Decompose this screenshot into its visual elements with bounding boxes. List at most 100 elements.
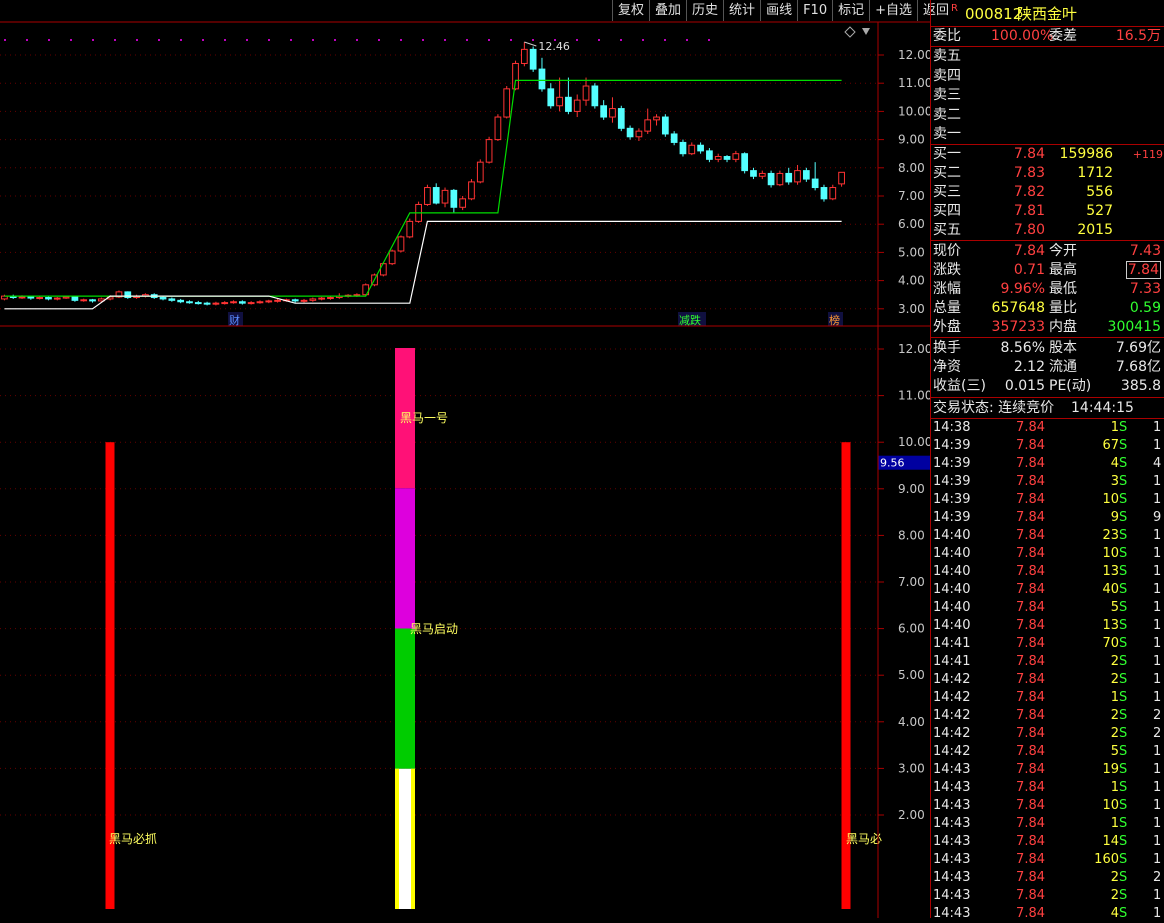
indicator-current-value: 9.56 [880, 457, 905, 470]
candle [706, 148, 713, 163]
candle [785, 167, 793, 185]
price-axis-label: 12.00 [898, 48, 930, 62]
ask-label: 卖一 [933, 126, 961, 142]
tick-count: 1 [1153, 636, 1162, 651]
toolbar-button-3[interactable]: 统计 [723, 0, 760, 21]
signal-dot [444, 39, 446, 41]
tick-time: 14:43 [933, 762, 971, 777]
tick-count: 4 [1153, 456, 1162, 471]
tick-time: 14:42 [933, 708, 971, 723]
toolbar-button-5[interactable]: F10 [797, 0, 832, 21]
candle-body [732, 153, 740, 160]
chart-toolbar: 复权 叠加 历史 统计 画线 F10 标记 +自选 返回 [612, 0, 954, 22]
candle [582, 77, 590, 106]
toolbar-button-0[interactable]: 复权 [612, 0, 649, 21]
quote-value: 0.59 [1129, 300, 1161, 316]
fundamental-label: 收益(三) [933, 378, 986, 394]
tick-time: 14:39 [933, 492, 971, 507]
tick-row: 14:43 7.84 160 S 1 [931, 851, 1164, 869]
quote-value: 9.96% [1000, 281, 1045, 297]
tick-price: 7.84 [1016, 798, 1045, 813]
tick-price: 7.84 [1016, 888, 1045, 903]
candle [71, 296, 79, 302]
diamond-icon[interactable] [844, 26, 856, 38]
fundamental-label: 股本 [1049, 340, 1077, 356]
candle [732, 150, 740, 163]
ask-row[interactable]: 卖四 [931, 67, 1164, 86]
candle [212, 301, 220, 306]
ask-row[interactable]: 卖一 [931, 125, 1164, 144]
triangle-down-icon[interactable] [862, 28, 870, 35]
bid-row[interactable]: 买四 7.81 527 [931, 202, 1164, 221]
toolbar-button-4[interactable]: 画线 [760, 0, 797, 21]
ask-label: 卖三 [933, 87, 961, 103]
kline-chart[interactable]: 12.00 11.00 10.00 9.00 8.00 7.00 6.00 5.00 4.00 3… [0, 0, 930, 918]
candle-body [529, 48, 537, 70]
tick-row: 14:42 7.84 2 S 2 [931, 725, 1164, 743]
price-axis-label: 8.00 [898, 161, 925, 175]
bid-row[interactable]: 买五 7.80 2015 [931, 221, 1164, 240]
candle-body [758, 172, 766, 177]
candle [591, 83, 599, 109]
quote-label: 最低 [1049, 281, 1077, 297]
signal-bars [105, 348, 851, 909]
event-marker[interactable]: 财 [229, 313, 240, 327]
support-line-white [4, 220, 842, 310]
chart-labels: 12.46 财 减跌 榜黑马必抓 黑马一号黑马启动黑马必 [109, 40, 882, 846]
tick-row: 14:43 7.84 2 S 1 [931, 887, 1164, 905]
tick-count: 1 [1153, 474, 1162, 489]
quote-value: 0.71 [1013, 262, 1045, 278]
tick-side: S [1119, 582, 1128, 597]
toolbar-button-2[interactable]: 历史 [686, 0, 723, 21]
tick-price: 7.84 [1016, 762, 1045, 777]
candle-body [450, 189, 458, 208]
peak-pointer [524, 41, 537, 47]
ask-row[interactable]: 卖二 [931, 106, 1164, 125]
signal-dot [224, 39, 226, 41]
bid-row[interactable]: 买三 7.82 556 [931, 183, 1164, 202]
bid-row[interactable]: 买一 7.84 159986 +119 [931, 145, 1164, 164]
event-marker[interactable]: 减跌 [679, 313, 701, 327]
candle [494, 114, 502, 142]
candle [503, 86, 511, 119]
tick-row: 14:40 7.84 10 S 1 [931, 545, 1164, 563]
tick-time: 14:41 [933, 654, 971, 669]
bid-price: 7.84 [1013, 146, 1045, 162]
signal-dot [202, 39, 204, 41]
tick-price: 7.84 [1016, 618, 1045, 633]
tick-row: 14:43 7.84 10 S 1 [931, 797, 1164, 815]
signal-dot [26, 39, 28, 41]
candle [820, 184, 828, 202]
candle [115, 290, 123, 299]
candle [547, 83, 555, 109]
toolbar-button-1[interactable]: 叠加 [649, 0, 686, 21]
tick-side: S [1119, 852, 1128, 867]
candle [379, 262, 387, 277]
candle [265, 299, 273, 304]
tick-price: 7.84 [1016, 456, 1045, 471]
toolbar-button-6[interactable]: 标记 [832, 0, 869, 21]
bid-volume: 2015 [1077, 222, 1113, 238]
event-marker[interactable]: 榜 [829, 313, 840, 327]
candle-body [750, 170, 757, 177]
candle-body [626, 127, 634, 138]
bid-price: 7.83 [1013, 165, 1045, 181]
signal-dot [708, 39, 710, 41]
candle-body [829, 187, 837, 200]
candle-body [485, 139, 493, 163]
candle [697, 142, 704, 154]
tick-time: 14:42 [933, 726, 971, 741]
bid-row[interactable]: 买二 7.83 1712 [931, 164, 1164, 183]
candle [776, 170, 784, 187]
toolbar-button-7[interactable]: +自选 [869, 0, 917, 21]
signal-dot [312, 39, 314, 41]
candle [617, 105, 625, 132]
ask-row[interactable]: 卖五 [931, 47, 1164, 66]
bid-price: 7.80 [1013, 222, 1045, 238]
tick-side: S [1119, 762, 1128, 777]
price-axis-label: 7.00 [898, 189, 925, 203]
candle-body [776, 172, 784, 186]
ask-row[interactable]: 卖三 [931, 86, 1164, 105]
tick-price: 7.84 [1016, 780, 1045, 795]
candle-body [644, 119, 652, 132]
